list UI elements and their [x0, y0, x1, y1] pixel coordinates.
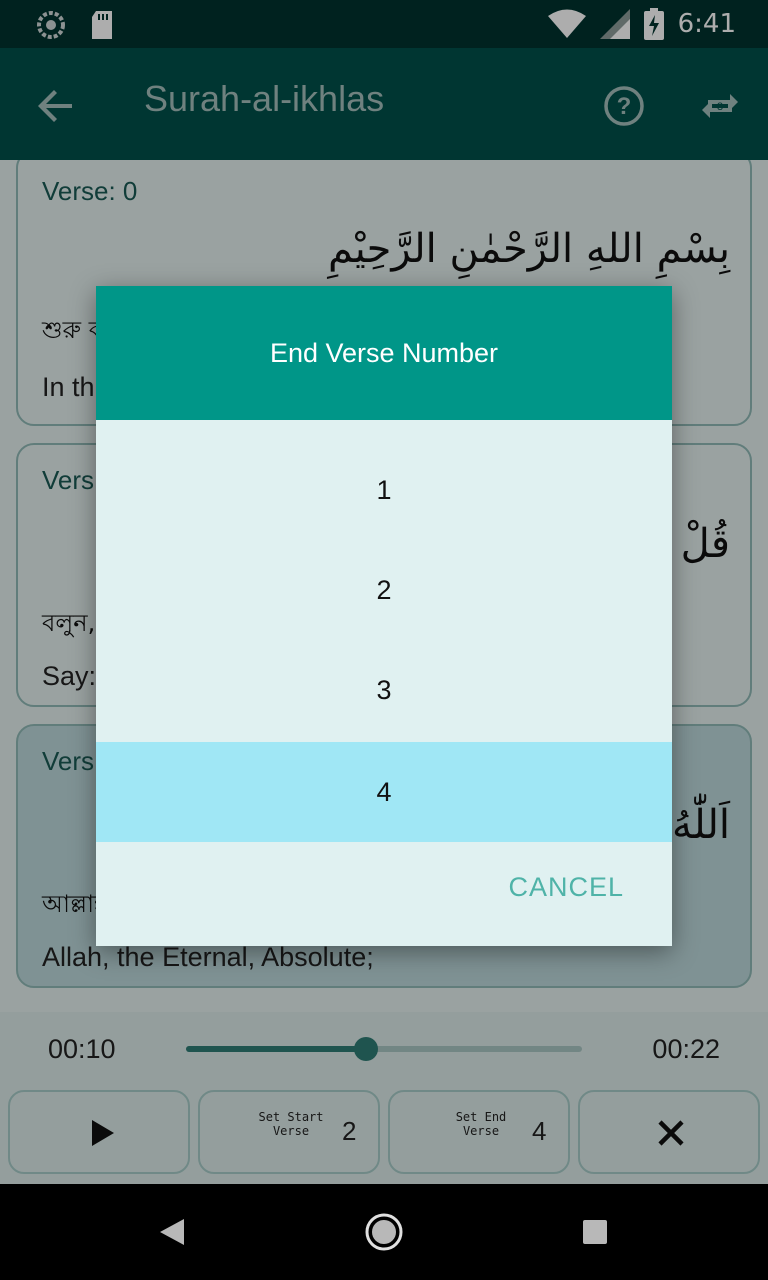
cancel-button[interactable]: CANCEL [508, 872, 624, 903]
dialog-header: End Verse Number [96, 286, 672, 420]
home-nav-icon[interactable] [364, 1212, 404, 1252]
recents-nav-icon[interactable] [582, 1219, 608, 1245]
verse-option-selected[interactable]: 4 [96, 742, 672, 842]
verse-option[interactable]: 2 [96, 540, 672, 640]
verse-option[interactable]: 3 [96, 640, 672, 740]
end-verse-dialog: End Verse Number 1 2 3 4 CANCEL [96, 286, 672, 946]
back-nav-icon[interactable] [158, 1217, 188, 1247]
verse-option[interactable]: 1 [96, 440, 672, 540]
dialog-title: End Verse Number [269, 338, 499, 368]
system-nav-bar [0, 1184, 768, 1280]
